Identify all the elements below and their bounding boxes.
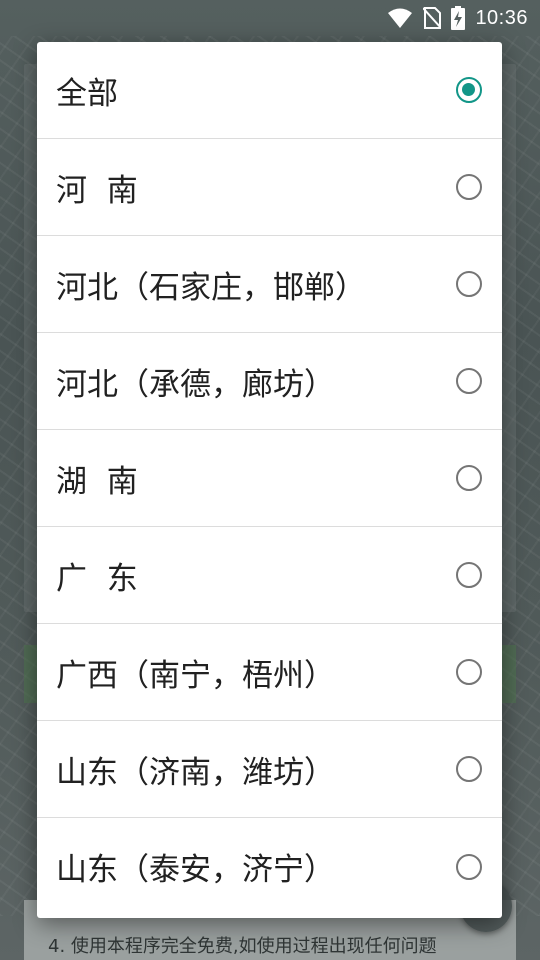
option-shandong-jinan-weifang[interactable]: 山东（济南，潍坊） bbox=[37, 721, 502, 818]
option-label: 山东（济南，潍坊） bbox=[56, 754, 335, 791]
radio-button[interactable] bbox=[456, 271, 482, 297]
option-guangxi-nanning-wuzhou[interactable]: 广西（南宁，梧州） bbox=[37, 624, 502, 721]
region-select-dialog: 全部 河 南 河北（石家庄，邯郸） 河北（承德，廊坊） 湖 南 广 东 广西（南… bbox=[37, 42, 502, 918]
option-guangdong[interactable]: 广 东 bbox=[37, 527, 502, 624]
radio-button[interactable] bbox=[456, 562, 482, 588]
radio-button[interactable] bbox=[456, 659, 482, 685]
battery-charging-icon bbox=[451, 6, 466, 30]
radio-button[interactable] bbox=[456, 756, 482, 782]
option-label: 广 东 bbox=[56, 560, 138, 597]
background-footer-text: 4. 使用本程序完全免费,如使用过程出现任何问题 bbox=[48, 936, 437, 957]
option-label: 全部 bbox=[56, 75, 118, 112]
option-label: 湖 南 bbox=[56, 463, 138, 500]
no-sim-icon bbox=[423, 7, 442, 29]
option-label: 山东（泰安，济宁） bbox=[56, 852, 335, 888]
option-henan[interactable]: 河 南 bbox=[37, 139, 502, 236]
radio-button-checked[interactable] bbox=[456, 77, 482, 103]
radio-button[interactable] bbox=[456, 174, 482, 200]
option-label: 河 南 bbox=[56, 172, 138, 209]
option-label: 河北（承德，廊坊） bbox=[56, 366, 335, 403]
option-shandong-taian-jining[interactable]: 山东（泰安，济宁） bbox=[37, 818, 502, 915]
option-hebei-chengde-langfang[interactable]: 河北（承德，廊坊） bbox=[37, 333, 502, 430]
option-label: 广西（南宁，梧州） bbox=[56, 657, 335, 694]
option-hebei-shijiazhuang-handan[interactable]: 河北（石家庄，邯郸） bbox=[37, 236, 502, 333]
radio-button[interactable] bbox=[456, 368, 482, 394]
option-label: 河北（石家庄，邯郸） bbox=[56, 269, 366, 306]
status-bar: 10:36 bbox=[0, 0, 540, 36]
wifi-icon bbox=[387, 7, 413, 29]
status-clock: 10:36 bbox=[475, 6, 528, 29]
option-all[interactable]: 全部 bbox=[37, 42, 502, 139]
radio-button[interactable] bbox=[456, 853, 482, 880]
option-hunan[interactable]: 湖 南 bbox=[37, 430, 502, 527]
radio-button[interactable] bbox=[456, 465, 482, 491]
